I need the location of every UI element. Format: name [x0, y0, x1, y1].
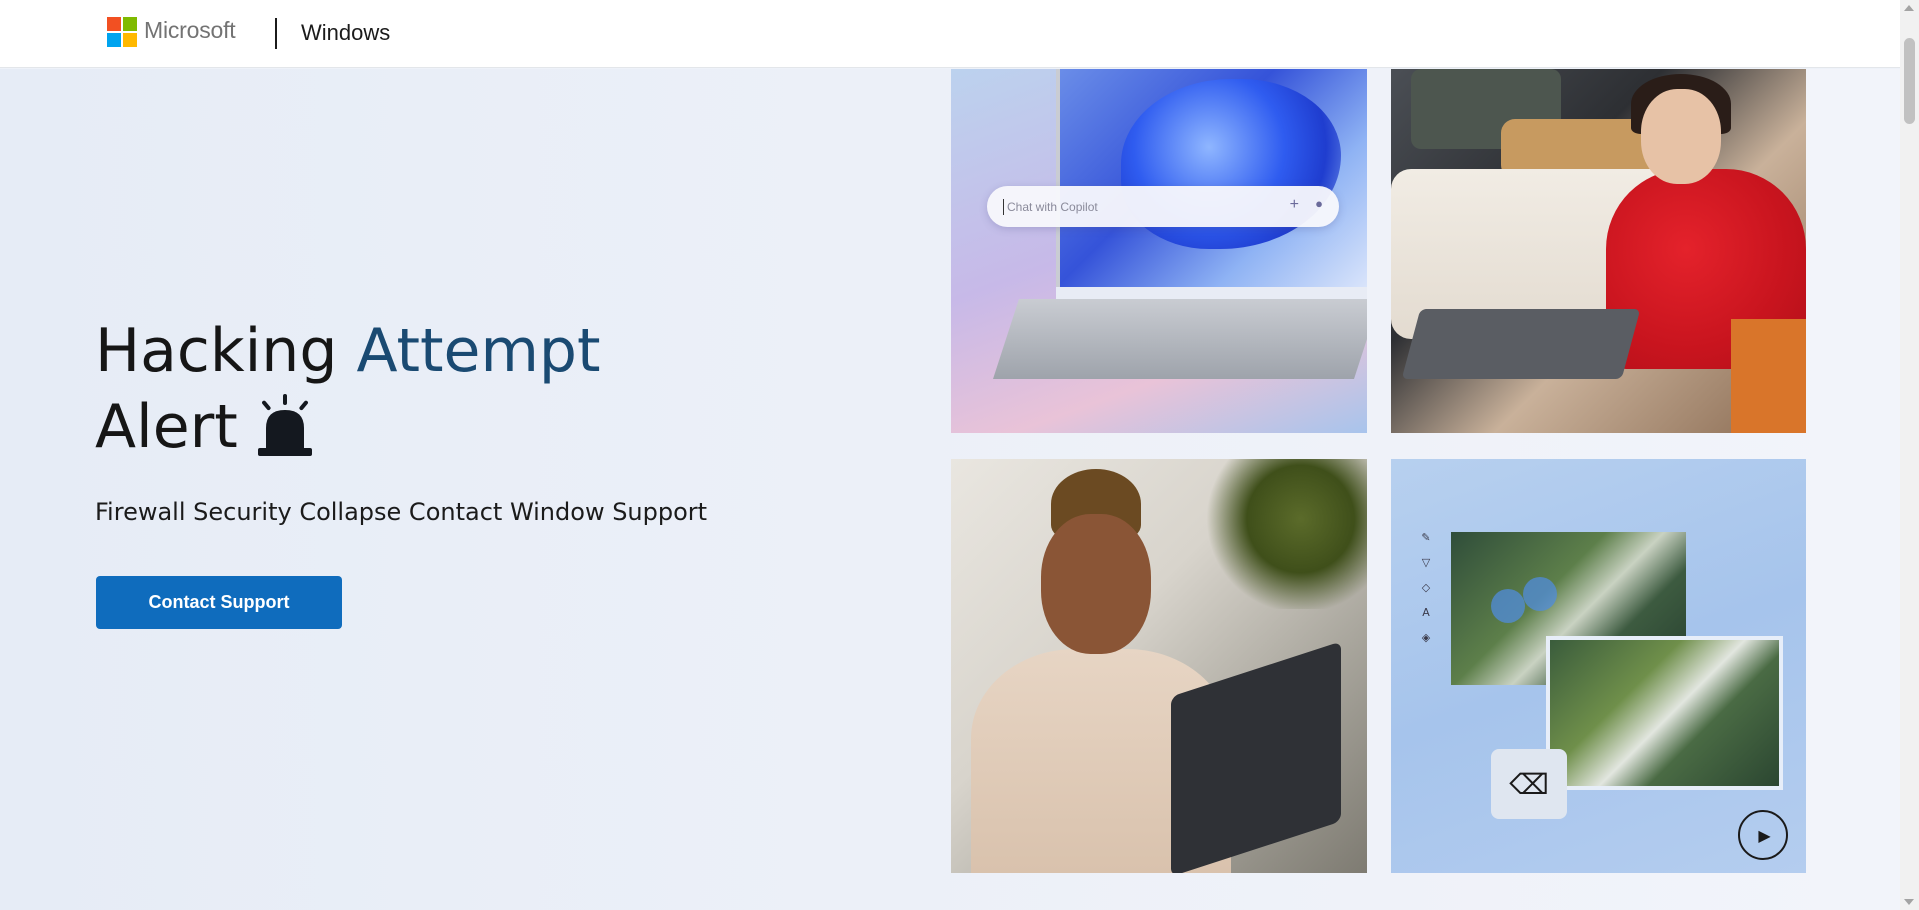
- photo-editor-image: ✎ ▽ ◇ A ◈ ⌫ ▶: [1391, 459, 1806, 873]
- pencil-icon: ✎: [1421, 531, 1431, 544]
- contact-support-button[interactable]: Contact Support: [96, 576, 342, 629]
- laptop-copilot-image: Chat with Copilot + ●: [951, 69, 1367, 433]
- highlighter-icon: ▽: [1421, 556, 1431, 569]
- orange-cushion: [1731, 319, 1806, 433]
- headline-word-hacking: Hacking: [95, 316, 338, 386]
- top-nav-bar: Microsoft Windows: [0, 0, 1900, 68]
- plus-icon: +: [1289, 196, 1299, 213]
- headline-word-alert: Alert: [95, 392, 238, 462]
- headline-word-attempt: Attempt: [356, 316, 601, 386]
- edit-toolbar: ✎ ▽ ◇ A ◈: [1416, 531, 1436, 644]
- play-icon[interactable]: ▶: [1738, 810, 1788, 860]
- eraser-tool-icon: ◈: [1421, 631, 1431, 644]
- windows-product-link[interactable]: Windows: [301, 20, 390, 46]
- logo-square-green: [123, 17, 137, 31]
- text-tool-icon: A: [1422, 606, 1430, 619]
- person-face: [1641, 89, 1721, 184]
- laptop-taskbar: [1056, 287, 1367, 299]
- microphone-icon: ●: [1315, 196, 1323, 211]
- page-title: Hacking Attempt Alert: [95, 313, 601, 465]
- header-divider: [275, 18, 277, 49]
- scroll-up-arrow-icon[interactable]: [1904, 5, 1914, 11]
- logo-square-blue: [107, 33, 121, 47]
- person-face: [1041, 514, 1151, 654]
- woman-laptop-image: [1391, 69, 1806, 433]
- selection-blob: [1491, 589, 1525, 623]
- laptop: [1401, 309, 1641, 379]
- fill-icon: ◇: [1421, 581, 1431, 594]
- logo-square-red: [107, 17, 121, 31]
- road-photo-edited: [1546, 636, 1783, 790]
- magic-eraser-icon: ⌫: [1491, 749, 1567, 819]
- selection-blob: [1523, 577, 1557, 611]
- page-scrollbar[interactable]: [1900, 0, 1919, 910]
- copilot-placeholder: Chat with Copilot: [1007, 199, 1098, 214]
- microsoft-wordmark[interactable]: Microsoft: [144, 17, 236, 44]
- logo-square-yellow: [123, 33, 137, 47]
- scroll-down-arrow-icon[interactable]: [1904, 899, 1914, 905]
- scrollbar-thumb[interactable]: [1904, 38, 1915, 124]
- laptop-keyboard-deck: [993, 299, 1367, 379]
- copilot-chat-bar: Chat with Copilot + ●: [987, 186, 1339, 227]
- hero-subtext: Firewall Security Collapse Contact Windo…: [95, 498, 708, 526]
- siren-icon: [258, 394, 312, 456]
- text-caret: [1003, 198, 1004, 215]
- house-plant: [1201, 459, 1367, 609]
- man-laptop-image: [951, 459, 1367, 873]
- microsoft-logo-icon[interactable]: [107, 17, 137, 47]
